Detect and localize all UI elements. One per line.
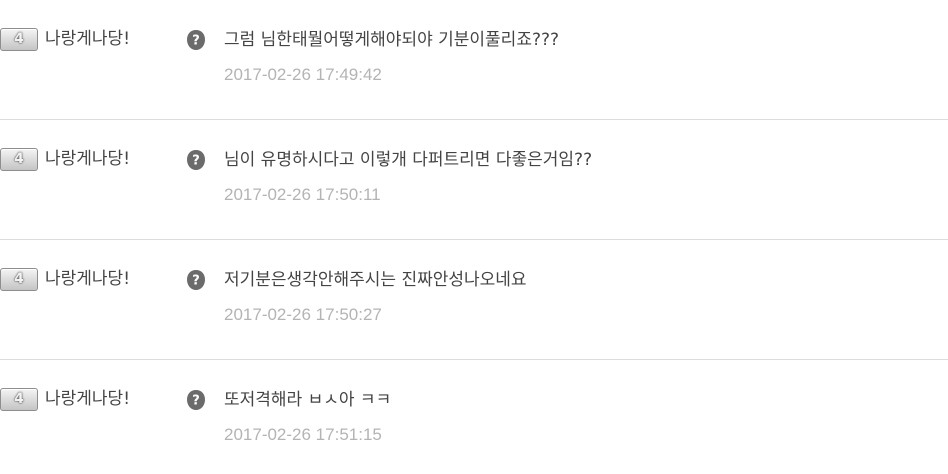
svg-text:?: ? <box>192 34 200 49</box>
comment-text: 그럼 님한태뭘어떻게해야되야 기분이풀리죠??? <box>224 30 560 50</box>
comment-timestamp: 2017-02-26 17:49:42 <box>224 65 382 84</box>
user-nickname[interactable]: 나랑게나당! <box>45 28 130 50</box>
comment-text: 님이 유명하시다고 이렇개 다퍼트리면 다좋은거임?? <box>224 150 593 170</box>
svg-text:?: ? <box>192 274 200 289</box>
user-nickname[interactable]: 나랑게나당! <box>45 388 130 410</box>
comment-timestamp: 2017-02-26 17:50:27 <box>224 305 382 324</box>
comment-list: 4 나랑게나당! ? 그럼 님한태뭘어떻게해야되야 기분이풀리죠??? 2017… <box>0 0 948 474</box>
level-badge: 4 <box>0 148 38 171</box>
question-icon[interactable]: ? <box>186 269 206 291</box>
level-badge: 4 <box>0 268 38 291</box>
comment-text: 저기분은생각안해주시는 진짜안성나오네요 <box>224 270 527 290</box>
comment-item: 4 나랑게나당! ? 저기분은생각안해주시는 진짜안성나오네요 2017-02-… <box>0 240 948 360</box>
svg-text:?: ? <box>192 154 200 169</box>
question-icon[interactable]: ? <box>186 149 206 171</box>
question-icon[interactable]: ? <box>186 29 206 51</box>
user-nickname[interactable]: 나랑게나당! <box>45 268 130 290</box>
level-badge: 4 <box>0 388 38 411</box>
comment-item: 4 나랑게나당! ? 그럼 님한태뭘어떻게해야되야 기분이풀리죠??? 2017… <box>0 0 948 120</box>
comment-item: 4 나랑게나당! ? 님이 유명하시다고 이렇개 다퍼트리면 다좋은거임?? 2… <box>0 120 948 240</box>
question-icon[interactable]: ? <box>186 389 206 411</box>
comment-item: 4 나랑게나당! ? 또저격해라 ㅂㅅ아 ㅋㅋ 2017-02-26 17:51… <box>0 360 948 474</box>
comment-timestamp: 2017-02-26 17:51:15 <box>224 425 382 444</box>
comment-text: 또저격해라 ㅂㅅ아 ㅋㅋ <box>224 390 392 410</box>
svg-text:?: ? <box>192 394 200 409</box>
user-nickname[interactable]: 나랑게나당! <box>45 148 130 170</box>
comment-timestamp: 2017-02-26 17:50:11 <box>224 185 381 204</box>
level-badge: 4 <box>0 28 38 51</box>
